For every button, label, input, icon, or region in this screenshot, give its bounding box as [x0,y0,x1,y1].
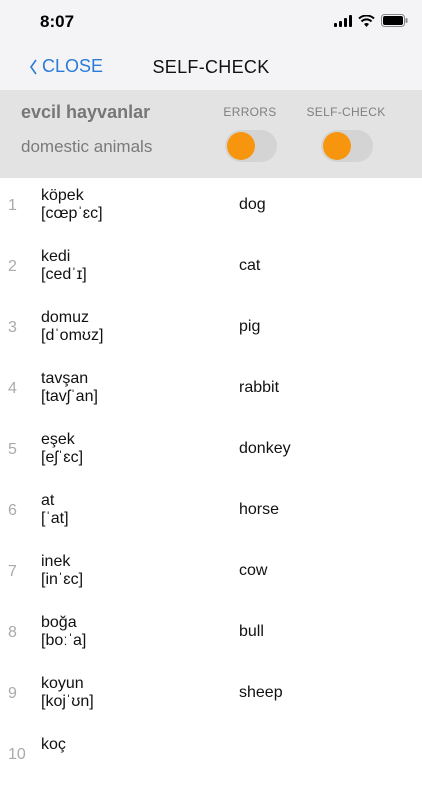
word-translation: cat [239,257,261,274]
word-translation: donkey [239,440,291,457]
row-number: 4 [8,380,17,397]
list-item[interactable]: 4 tavşan [tavʃˈan] rabbit [0,361,422,422]
word-transcription: [tavʃˈan] [41,388,98,405]
errors-toggle-knob [227,132,255,160]
signal-icon [334,14,352,27]
list-item[interactable]: 2 kedi [cedˈɪ] cat [0,239,422,300]
list-item[interactable]: 10 koç [0,727,422,788]
word-translation: sheep [239,684,283,701]
word-text: kedi [41,248,71,265]
word-text: at [41,492,55,509]
errors-toggle[interactable] [225,130,277,162]
word-transcription: [kojˈʊn] [41,693,94,710]
self-check-toggle-knob [323,132,351,160]
row-number: 9 [8,685,17,702]
word-translation: bull [239,623,264,640]
row-number: 5 [8,441,17,458]
word-text: domuz [41,309,90,326]
word-text: inek [41,553,71,570]
topic-title: evcil hayvanlar [21,102,151,122]
word-transcription: [eʃˈɛc] [41,449,84,466]
word-text: eşek [41,431,75,448]
word-transcription: [cœpˈɛc] [41,205,103,222]
word-translation: pig [239,318,261,335]
list-item[interactable]: 1 köpek [cœpˈɛc] dog [0,178,422,239]
word-text: boğa [41,614,77,631]
row-number: 7 [8,563,17,580]
battery-icon [381,14,408,27]
page-title: SELF-CHECK [152,57,270,77]
word-text: köpek [41,187,84,204]
word-text: koç [41,736,66,753]
status-icons [334,14,408,27]
status-bar: 8:07 [0,0,422,44]
errors-label: ERRORS [223,105,277,119]
list-item[interactable]: 3 domuz [dˈomʊz] pig [0,300,422,361]
row-number: 6 [8,502,17,519]
nav-bar: CLOSE SELF-CHECK [0,44,422,90]
word-translation: horse [239,501,280,518]
wifi-icon [358,14,375,27]
word-list: 1 köpek [cœpˈɛc] dog 2 kedi [cedˈɪ] cat … [0,178,422,788]
word-transcription: [boːˈa] [41,632,87,649]
word-translation: dog [239,196,266,213]
list-item[interactable]: 9 koyun [kojˈʊn] sheep [0,666,422,727]
word-transcription: [ˈat] [41,510,69,527]
word-text: tavşan [41,370,89,387]
word-translation: rabbit [239,379,280,396]
row-number: 10 [8,746,26,763]
word-translation: cow [239,562,268,579]
row-number: 3 [8,319,17,336]
row-number: 1 [8,197,17,214]
list-item[interactable]: 7 inek [inˈɛc] cow [0,544,422,605]
word-text: koyun [41,675,84,692]
self-check-label: SELF-CHECK [306,105,386,119]
status-time: 8:07 [40,12,75,31]
list-item[interactable]: 6 at [ˈat] horse [0,483,422,544]
topic-header: evcil hayvanlar domestic animals ERRORS … [0,90,422,178]
row-number: 8 [8,624,17,641]
list-item[interactable]: 5 eşek [eʃˈɛc] donkey [0,422,422,483]
word-transcription: [dˈomʊz] [41,327,104,344]
topic-subtitle: domestic animals [21,137,153,156]
row-number: 2 [8,258,17,275]
self-check-toggle[interactable] [321,130,373,162]
word-transcription: [inˈɛc] [41,571,84,588]
list-item[interactable]: 8 boğa [boːˈa] bull [0,605,422,666]
word-transcription: [cedˈɪ] [41,266,87,283]
